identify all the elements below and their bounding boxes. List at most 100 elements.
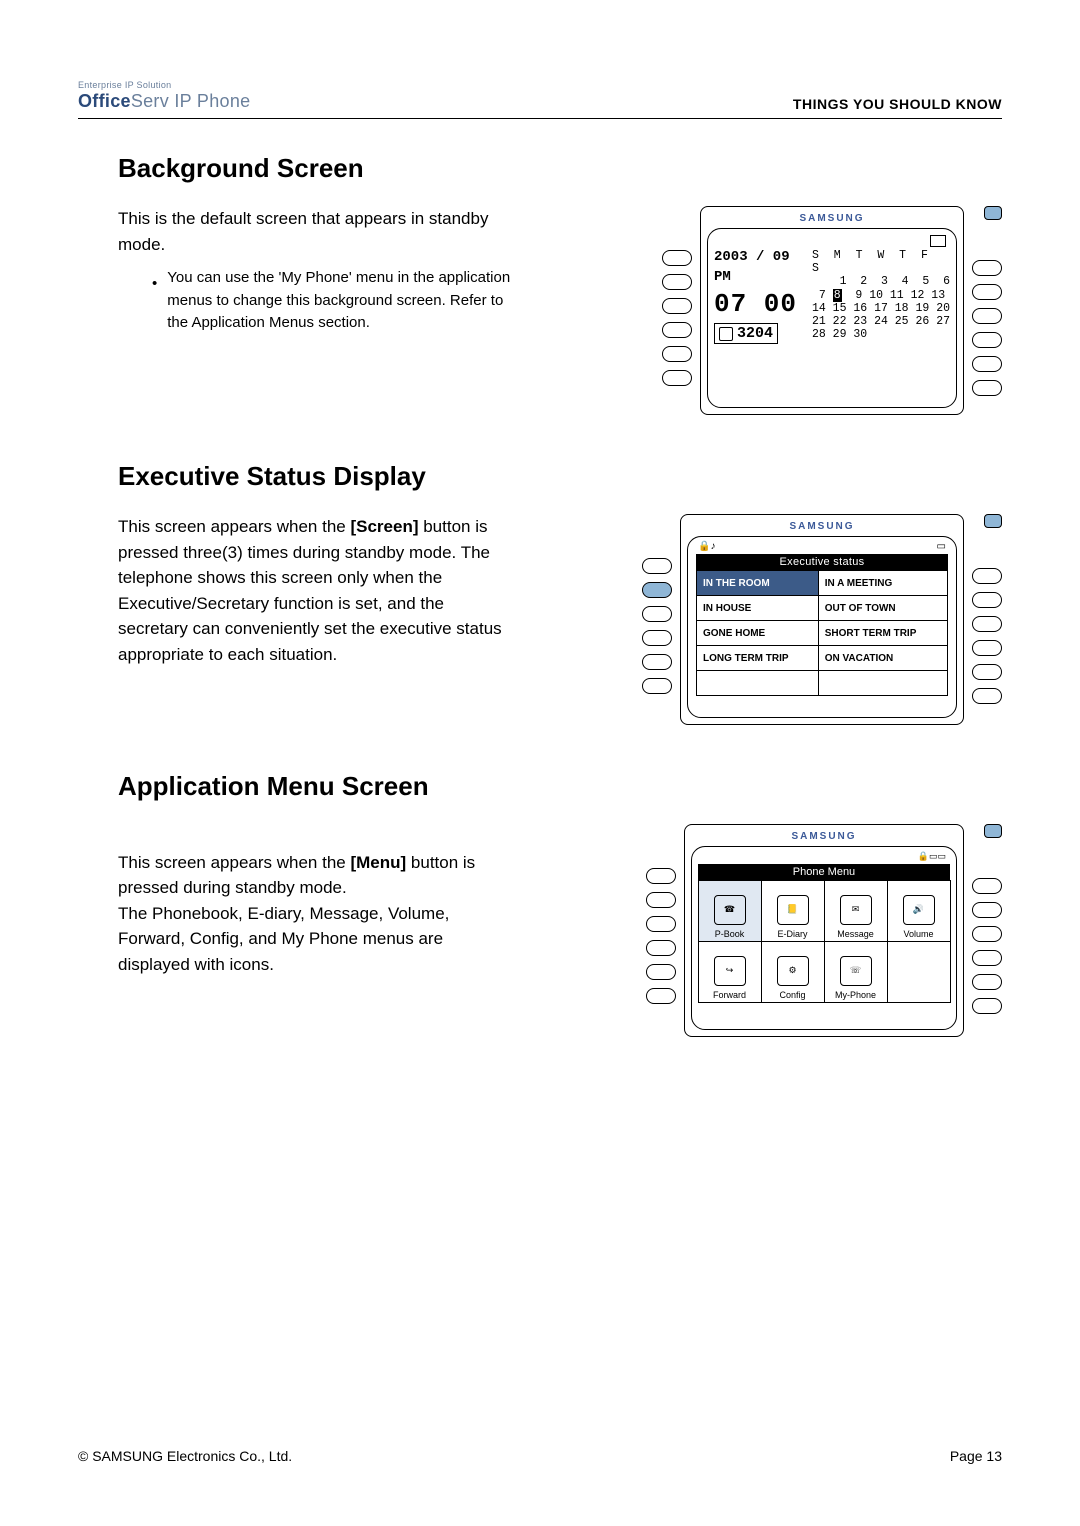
hardkey [646,868,676,884]
left-hardkeys [662,206,692,415]
table-row: IN THE ROOMIN A MEETING [697,571,948,596]
message-icon: ✉ [840,895,872,925]
lcd-wrap: SAMSUNG 2003 / 09 PM 07 00 [700,206,964,415]
paragraph-part: button is pressed three(3) times during … [118,517,502,664]
calendar-row: 28 29 30 [812,328,950,341]
paragraph-part: This screen appears when the [118,853,350,872]
section-title: Background Screen [118,153,1002,184]
hardkey [972,998,1002,1014]
hardkey [972,902,1002,918]
status-cell: IN HOUSE [697,596,819,621]
status-cell: ON VACATION [818,646,947,671]
status-icon: ▭ [937,541,946,552]
screen: 🔒▭▭ Phone Menu ☎ P-Book 📒 E- [691,846,957,1030]
hardkey [972,592,1002,608]
table-row: IN HOUSEOUT OF TOWN [697,596,948,621]
status-cell: LONG TERM TRIP [697,646,819,671]
status-cell: IN A MEETING [818,571,947,596]
copyright: © SAMSUNG Electronics Co., Ltd. [78,1448,292,1464]
bullet-list: • You can use the 'My Phone' menu in the… [118,267,518,335]
lcd: SAMSUNG 2003 / 09 PM 07 00 [700,206,964,415]
menu-item-selected: ☎ P-Book [698,880,762,942]
section-background-screen: Background Screen This is the default sc… [78,153,1002,415]
section-row: This screen appears when the [Menu] butt… [118,824,1002,1037]
page: Enterprise IP Solution OfficeServ IP Pho… [0,0,1080,1526]
hardkey [972,878,1002,894]
section-title: Executive Status Display [118,461,1002,492]
page-footer: © SAMSUNG Electronics Co., Ltd. Page 13 [78,1448,1002,1464]
status-cell-selected: IN THE ROOM [697,571,819,596]
hardkey [972,616,1002,632]
screen-title: Phone Menu [698,864,950,880]
figure-column: SAMSUNG 🔒▭▭ Phone Menu ☎ P-Book [536,824,1002,1037]
figure-column: SAMSUNG 2003 / 09 PM 07 00 [536,206,1002,415]
phone-icon [719,327,733,341]
menu-label: Forward [713,990,746,1000]
menu-label: Message [837,929,874,939]
paragraph-bold: [Menu] [350,853,406,872]
brand-thin: Serv IP Phone [131,91,251,111]
hardkey-selected [642,582,672,598]
text-column: This screen appears when the [Screen] bu… [118,514,518,667]
hardkey [642,678,672,694]
lcd-brand: SAMSUNG [691,831,957,842]
forward-icon: ↪ [714,956,746,986]
lcd-wrap: SAMSUNG 🔒▭▭ Phone Menu ☎ P-Book [684,824,964,1037]
menu-label: E-Diary [777,929,807,939]
led-icon [984,206,1002,220]
menu-item-empty [887,941,951,1003]
phone-figure-1: SAMSUNG 2003 / 09 PM 07 00 [662,206,1002,415]
hardkey [662,346,692,362]
lock-icon: 🔒♪ [698,541,715,552]
calendar-row: 21 22 23 24 25 26 27 [812,315,950,328]
lcd: SAMSUNG 🔒▭▭ Phone Menu ☎ P-Book [684,824,964,1037]
hardkey [972,640,1002,656]
extension-number: 3204 [737,325,773,342]
hardkey [642,654,672,670]
phone-figure-3: SAMSUNG 🔒▭▭ Phone Menu ☎ P-Book [646,824,1002,1037]
menu-item: ☏ My-Phone [824,941,888,1003]
brand-bold: Office [78,91,131,111]
figure-column: SAMSUNG 🔒♪ ▭ Executive status IN THE ROO… [536,514,1002,725]
time: 07 00 [714,289,804,319]
hardkey [972,926,1002,942]
hardkey [972,664,1002,680]
section-row: This screen appears when the [Screen] bu… [118,514,1002,725]
hardkey [662,298,692,314]
screen: 🔒♪ ▭ Executive status IN THE ROOMIN A ME… [687,536,957,718]
section-executive-status: Executive Status Display This screen app… [78,461,1002,725]
screen-title: Executive status [696,554,948,570]
menu-item: ✉ Message [824,880,888,942]
status-icon [930,235,946,247]
table-row [697,671,948,696]
calendar-header: S M T W T F S [812,249,950,275]
hardkey [662,274,692,290]
volume-icon: 🔊 [903,895,935,925]
year: 2003 / 09 [714,249,804,265]
am-pm: PM [714,269,804,285]
phone-figure-2: SAMSUNG 🔒♪ ▭ Executive status IN THE ROO… [642,514,1002,725]
status-cell: OUT OF TOWN [818,596,947,621]
hardkey [972,356,1002,372]
menu-label: Config [779,990,805,1000]
my-phone-icon: ☏ [840,956,872,986]
hardkey [642,630,672,646]
text-column: This is the default screen that appears … [118,206,518,335]
calendar-row: 1 2 3 4 5 6 [812,275,950,288]
lcd-brand: SAMSUNG [707,213,957,224]
calendar-row: 14 15 16 17 18 19 20 [812,302,950,315]
status-row: 🔒♪ ▭ [696,541,948,554]
bullet-text: You can use the 'My Phone' menu in the a… [167,267,518,335]
header-section-name: THINGS YOU SHOULD KNOW [793,96,1002,112]
section-application-menu: Application Menu Screen This screen appe… [78,771,1002,1037]
menu-item: 🔊 Volume [887,880,951,942]
hardkey [642,606,672,622]
paragraph: This is the default screen that appears … [118,206,518,257]
menu-item: 📒 E-Diary [761,880,825,942]
calendar-today: 8 [833,289,842,302]
brand: Enterprise IP Solution OfficeServ IP Pho… [78,80,250,112]
section-title: Application Menu Screen [118,771,1002,802]
hardkey [972,568,1002,584]
hardkey [646,964,676,980]
table-row: GONE HOMESHORT TERM TRIP [697,621,948,646]
